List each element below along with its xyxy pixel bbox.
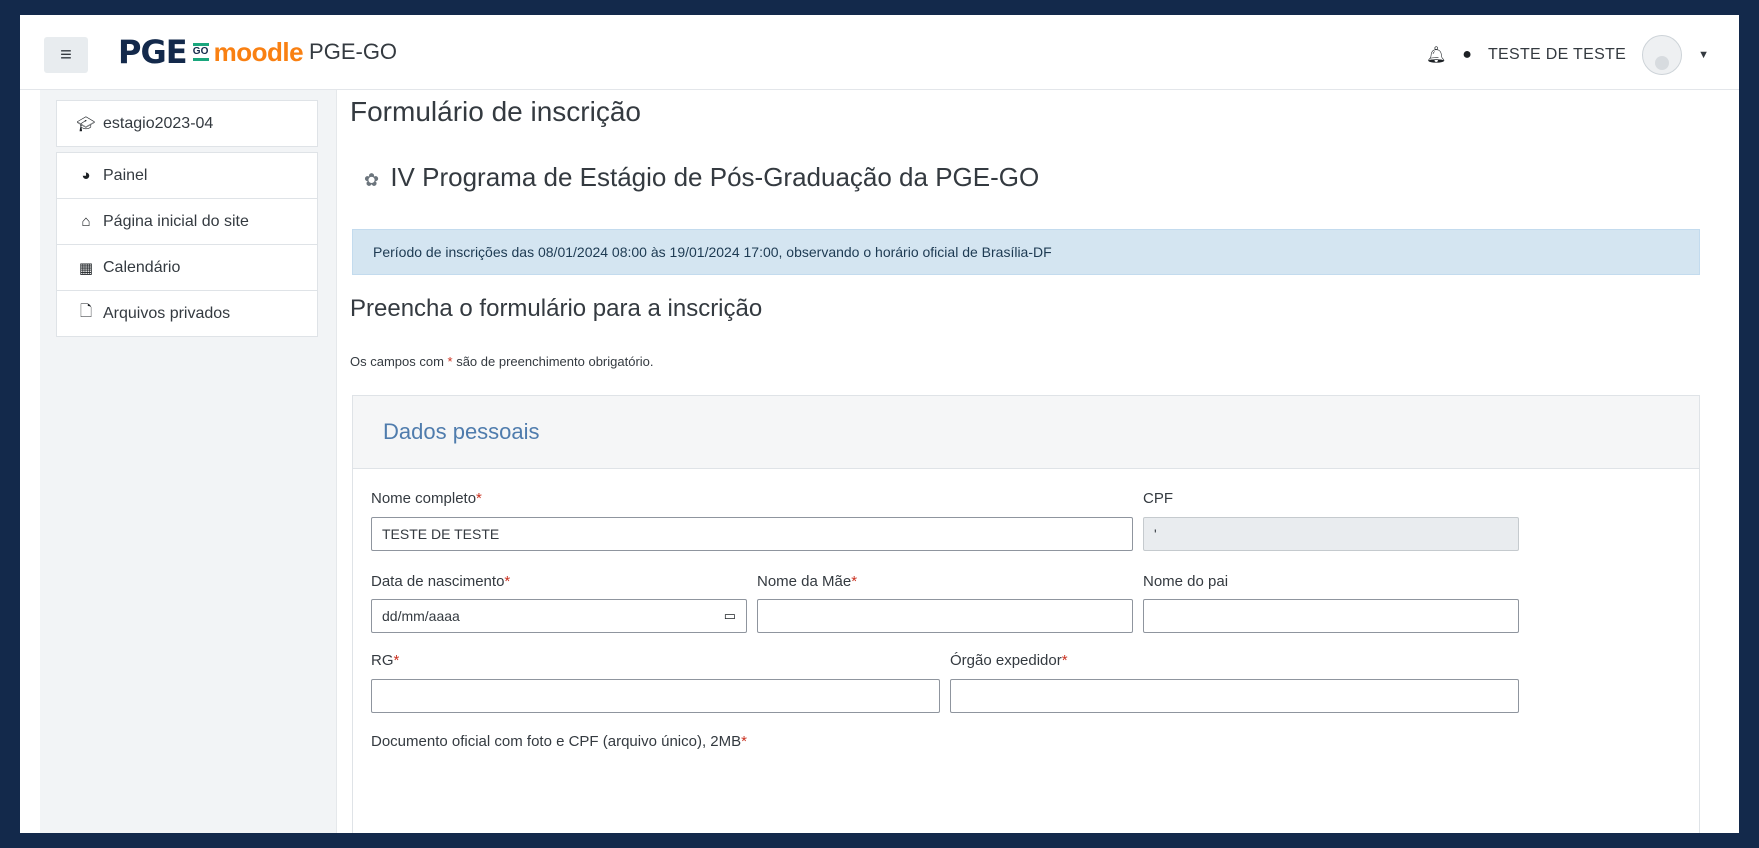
puzzle-icon: ✿ bbox=[364, 170, 380, 190]
label-cpf: CPF bbox=[1143, 490, 1173, 507]
sidebar-item-label: Página inicial do site bbox=[103, 212, 249, 230]
label-nome-mae: Nome da Mãe* bbox=[757, 573, 857, 590]
sidebar-item-label: Painel bbox=[103, 166, 148, 184]
label-text: Nome do pai bbox=[1143, 573, 1229, 590]
logo-go-text: GO bbox=[192, 46, 209, 57]
input-value: TESTE DE TESTE bbox=[382, 526, 500, 542]
required-star: * bbox=[504, 573, 511, 590]
label-orgao-expedidor: Órgão expedidor* bbox=[950, 652, 1068, 669]
required-star: * bbox=[851, 573, 858, 590]
sidebar-item-calendar[interactable]: ▦ Calendário bbox=[57, 245, 317, 291]
graduation-cap-icon: 🎓︎ bbox=[76, 115, 96, 133]
calendar-picker-icon[interactable]: ▭ bbox=[724, 608, 736, 624]
user-name[interactable]: TESTE DE TESTE bbox=[1488, 46, 1626, 64]
top-navbar: ≡ PGE GO moodle PGE-GO 🔔︎ ● TESTE DE TES… bbox=[20, 15, 1739, 90]
label-nome-completo: Nome completo* bbox=[371, 490, 482, 507]
caret-down-icon[interactable]: ▼ bbox=[1698, 49, 1709, 61]
sidebar-item-course[interactable]: 🎓︎ estagio2023-04 bbox=[57, 101, 317, 146]
bell-icon[interactable]: 🔔︎ bbox=[1426, 45, 1446, 65]
file-icon: 🗋︎ bbox=[79, 303, 93, 320]
fieldset-legend-text: Dados pessoais bbox=[383, 419, 540, 444]
course-title-text: IV Programa de Estágio de Pós-Graduação … bbox=[390, 162, 1040, 192]
label-text: Órgão expedidor bbox=[950, 652, 1062, 669]
site-logo[interactable]: PGE GO moodle PGE-GO bbox=[118, 31, 397, 73]
input-value: ' bbox=[1154, 526, 1157, 542]
avatar[interactable] bbox=[1642, 35, 1683, 75]
orgao-expedidor-input[interactable] bbox=[950, 679, 1519, 713]
label-text: Documento oficial com foto e CPF (arquiv… bbox=[371, 733, 742, 750]
nome-pai-input[interactable] bbox=[1143, 599, 1519, 633]
label-text: Nome da Mãe bbox=[757, 573, 852, 590]
nome-completo-input[interactable]: TESTE DE TESTE bbox=[371, 517, 1133, 551]
required-note-prefix: Os campos com bbox=[350, 354, 448, 369]
fieldset-dados-pessoais: Dados pessoais Nome completo* TESTE DE T… bbox=[352, 395, 1700, 833]
label-data-nascimento: Data de nascimento* bbox=[371, 573, 510, 590]
logo-pge-text: PGE bbox=[118, 33, 188, 71]
required-star: * bbox=[741, 733, 747, 750]
home-icon: ⌂ bbox=[81, 213, 91, 230]
site-name: PGE-GO bbox=[309, 39, 398, 64]
nome-mae-input[interactable] bbox=[757, 599, 1133, 633]
cpf-input: ' bbox=[1143, 517, 1519, 551]
rg-input[interactable] bbox=[371, 679, 940, 713]
label-text: Nome completo bbox=[371, 490, 477, 507]
logo-moodle-text: moodle bbox=[213, 36, 304, 67]
label-rg: RG* bbox=[371, 652, 399, 669]
sidebar-item-label: Arquivos privados bbox=[103, 304, 231, 322]
required-star: * bbox=[1061, 652, 1068, 669]
label-text: RG bbox=[371, 652, 394, 669]
required-star: * bbox=[476, 490, 482, 507]
label-text: CPF bbox=[1143, 490, 1173, 507]
alert-text: Período de inscrições das 08/01/2024 08:… bbox=[373, 244, 1052, 260]
course-title: ✿ IV Programa de Estágio de Pós-Graduaçã… bbox=[364, 162, 1039, 193]
sidebar-nav-block: ◕ Painel ⌂ Página inicial do site ▦ Cale… bbox=[56, 152, 318, 337]
avatar-head-icon bbox=[1655, 56, 1670, 70]
logo-bar-bottom bbox=[192, 58, 209, 61]
data-nascimento-input[interactable]: dd/mm/aaaa ▭ bbox=[371, 599, 747, 633]
form-heading: Preencha o formulário para a inscrição bbox=[350, 295, 763, 322]
sidebar: 🎓︎ estagio2023-04 ◕ Painel ⌂ Página inic… bbox=[40, 90, 337, 833]
sidebar-item-home[interactable]: ⌂ Página inicial do site bbox=[57, 199, 317, 245]
calendar-icon: ▦ bbox=[78, 259, 94, 277]
required-note: Os campos com * são de preenchimento obr… bbox=[350, 354, 654, 369]
label-text: Data de nascimento bbox=[371, 573, 505, 590]
sidebar-item-label: estagio2023-04 bbox=[103, 114, 214, 132]
fieldset-legend[interactable]: Dados pessoais bbox=[353, 396, 1699, 469]
sidebar-course-block: 🎓︎ estagio2023-04 bbox=[56, 100, 318, 147]
logo-go-mark: GO bbox=[192, 40, 210, 64]
browser-frame: ≡ PGE GO moodle PGE-GO 🔔︎ ● TESTE DE TES… bbox=[20, 15, 1739, 833]
info-alert: Período de inscrições das 08/01/2024 08:… bbox=[352, 229, 1700, 275]
required-note-suffix: são de preenchimento obrigatório. bbox=[452, 354, 654, 369]
label-documento-oficial: Documento oficial com foto e CPF (arquiv… bbox=[371, 733, 747, 750]
page-title: Formulário de inscrição bbox=[350, 96, 641, 127]
label-nome-pai: Nome do pai bbox=[1143, 573, 1228, 590]
sidebar-item-private-files[interactable]: 🗋︎ Arquivos privados bbox=[57, 291, 317, 336]
dashboard-icon: ◕ bbox=[81, 167, 91, 184]
sidebar-item-label: Calendário bbox=[103, 258, 181, 276]
user-nav-area: 🔔︎ ● TESTE DE TESTE ▼ bbox=[1426, 35, 1709, 75]
chat-bubble-icon[interactable]: ● bbox=[1462, 46, 1472, 64]
hamburger-icon[interactable]: ≡ bbox=[44, 37, 88, 73]
sidebar-item-painel[interactable]: ◕ Painel bbox=[57, 153, 317, 199]
required-star: * bbox=[393, 652, 400, 669]
input-placeholder: dd/mm/aaaa bbox=[382, 608, 460, 624]
